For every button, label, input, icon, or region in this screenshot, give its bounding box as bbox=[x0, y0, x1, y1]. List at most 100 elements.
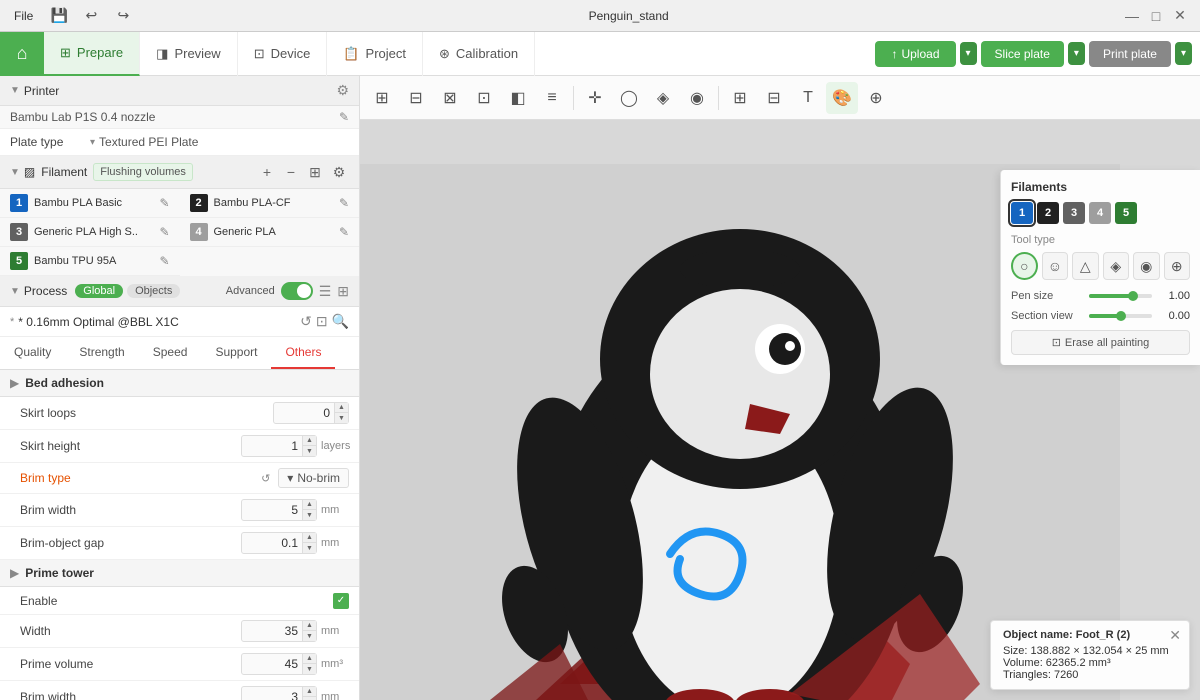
close-button[interactable]: ✕ bbox=[1170, 6, 1190, 26]
process-settings-icon[interactable]: ⊞ bbox=[337, 283, 349, 300]
filament-edit-2[interactable]: ✎ bbox=[339, 196, 349, 210]
slice-button[interactable]: Slice plate bbox=[981, 41, 1064, 67]
undo-icon[interactable]: ↩ bbox=[79, 4, 103, 28]
prime-volume-down[interactable]: ▼ bbox=[302, 664, 316, 674]
tab-project[interactable]: 📋 Project bbox=[327, 32, 423, 76]
filament-item-3[interactable]: 3 Generic PLA High S.. ✎ bbox=[0, 218, 180, 247]
filament-chip-4[interactable]: 4 bbox=[1089, 202, 1111, 224]
print-dropdown[interactable]: ▾ bbox=[1175, 42, 1192, 65]
skirt-height-field[interactable] bbox=[242, 437, 302, 455]
filament-item-4[interactable]: 4 Generic PLA ✎ bbox=[180, 218, 360, 247]
tab-prepare[interactable]: ⊞ Prepare bbox=[44, 32, 140, 76]
bed-adhesion-header[interactable]: ▶ Bed adhesion bbox=[0, 370, 359, 397]
toolbar-filament-paint-icon[interactable]: 🎨 bbox=[826, 82, 858, 114]
profile-save-icon[interactable]: ⊡ bbox=[316, 313, 328, 330]
prime-tower-width-up[interactable]: ▲ bbox=[302, 621, 316, 631]
filament-chip-2[interactable]: 2 bbox=[1037, 202, 1059, 224]
tab-others[interactable]: Others bbox=[271, 337, 335, 369]
tab-device[interactable]: ⊡ Device bbox=[238, 32, 328, 76]
filament-item-1[interactable]: 1 Bambu PLA Basic ✎ bbox=[0, 189, 180, 218]
maximize-button[interactable]: □ bbox=[1146, 6, 1166, 26]
skirt-height-down[interactable]: ▼ bbox=[302, 446, 316, 456]
profile-reset-icon[interactable]: ↺ bbox=[300, 313, 312, 330]
prime-tower-width-spinner[interactable]: ▲ ▼ bbox=[241, 620, 317, 642]
add-filament-button[interactable]: + bbox=[257, 162, 277, 182]
toolbar-text-icon[interactable]: T bbox=[792, 82, 824, 114]
prime-tower-width-field[interactable] bbox=[242, 622, 302, 640]
pen-size-slider[interactable] bbox=[1089, 294, 1152, 298]
toolbar-slice-icon[interactable]: ◧ bbox=[502, 82, 534, 114]
erase-all-button[interactable]: ⊡ Erase all painting bbox=[1011, 330, 1190, 355]
toolbar-support-icon[interactable]: ◈ bbox=[647, 82, 679, 114]
brim-object-gap-up[interactable]: ▲ bbox=[302, 533, 316, 543]
home-button[interactable]: ⌂ bbox=[0, 32, 44, 76]
brim-type-reset-icon[interactable]: ↺ bbox=[261, 472, 270, 485]
filament-edit-5[interactable]: ✎ bbox=[159, 254, 169, 268]
prime-tower-width-down[interactable]: ▼ bbox=[302, 631, 316, 641]
prime-tower-brim-width-field[interactable] bbox=[242, 688, 302, 700]
skirt-loops-field[interactable] bbox=[274, 404, 334, 422]
tool-fill[interactable]: ◉ bbox=[1133, 252, 1159, 280]
filament-item-5[interactable]: 5 Bambu TPU 95A ✎ bbox=[0, 247, 180, 276]
toolbar-arrange-icon[interactable]: ⊟ bbox=[758, 82, 790, 114]
tool-diamond[interactable]: ◈ bbox=[1103, 252, 1129, 280]
toolbar-layers-icon[interactable]: ≡ bbox=[536, 82, 568, 114]
brim-width-field[interactable] bbox=[242, 501, 302, 519]
filament-edit-3[interactable]: ✎ bbox=[159, 225, 169, 239]
minimize-button[interactable]: — bbox=[1122, 6, 1142, 26]
prime-tower-enable-checkbox[interactable]: ✓ bbox=[333, 593, 349, 609]
advanced-toggle[interactable] bbox=[281, 282, 313, 300]
skirt-loops-up[interactable]: ▲ bbox=[334, 403, 348, 413]
brim-object-gap-spinner[interactable]: ▲ ▼ bbox=[241, 532, 317, 554]
save-icon[interactable]: 💾 bbox=[47, 4, 71, 28]
brim-object-gap-down[interactable]: ▼ bbox=[302, 543, 316, 553]
tab-support[interactable]: Support bbox=[201, 337, 271, 369]
filament-chip-5[interactable]: 5 bbox=[1115, 202, 1137, 224]
plate-type-selector[interactable]: ▾ Textured PEI Plate bbox=[90, 135, 349, 149]
tool-plus[interactable]: ⊕ bbox=[1164, 252, 1190, 280]
skirt-loops-spinner[interactable]: ▲ ▼ bbox=[273, 402, 349, 424]
brim-object-gap-field[interactable] bbox=[242, 534, 302, 552]
toolbar-layout-icon[interactable]: ⊡ bbox=[468, 82, 500, 114]
object-info-close-button[interactable]: ✕ bbox=[1169, 627, 1181, 644]
printer-section-header[interactable]: ▼ Printer ⚙ bbox=[0, 76, 359, 106]
filament-item-2[interactable]: 2 Bambu PLA-CF ✎ bbox=[180, 189, 360, 218]
brim-width-up[interactable]: ▲ bbox=[302, 500, 316, 510]
upload-button[interactable]: ↑ Upload bbox=[875, 41, 955, 67]
skirt-loops-down[interactable]: ▼ bbox=[334, 413, 348, 423]
printer-settings-icon[interactable]: ⚙ bbox=[336, 82, 349, 99]
filament-copy-icon[interactable]: ⊞ bbox=[305, 162, 325, 182]
prime-tower-brim-width-spinner[interactable]: ▲ ▼ bbox=[241, 686, 317, 700]
toolbar-grid-icon[interactable]: ⊞ bbox=[366, 82, 398, 114]
tool-circle[interactable]: ○ bbox=[1011, 252, 1038, 280]
brim-width-spinner[interactable]: ▲ ▼ bbox=[241, 499, 317, 521]
flushing-volumes-button[interactable]: Flushing volumes bbox=[93, 163, 193, 181]
toolbar-paint-icon[interactable]: ◯ bbox=[613, 82, 645, 114]
skirt-height-up[interactable]: ▲ bbox=[302, 436, 316, 446]
remove-filament-button[interactable]: − bbox=[281, 162, 301, 182]
badge-objects[interactable]: Objects bbox=[127, 284, 180, 298]
print-button[interactable]: Print plate bbox=[1089, 41, 1171, 67]
upload-dropdown[interactable]: ▾ bbox=[960, 42, 977, 65]
badge-global[interactable]: Global bbox=[75, 284, 123, 298]
brim-type-selector[interactable]: ▾ No-brim bbox=[278, 468, 349, 488]
tool-triangle[interactable]: △ bbox=[1072, 252, 1098, 280]
brim-width-down[interactable]: ▼ bbox=[302, 510, 316, 520]
prime-tower-brim-width-up[interactable]: ▲ bbox=[302, 687, 316, 697]
filament-settings-icon[interactable]: ⚙ bbox=[329, 162, 349, 182]
tab-strength[interactable]: Strength bbox=[65, 337, 138, 369]
filament-chip-3[interactable]: 3 bbox=[1063, 202, 1085, 224]
profile-search-icon[interactable]: 🔍 bbox=[332, 313, 349, 330]
tab-calibration[interactable]: ⊛ Calibration bbox=[423, 32, 535, 76]
file-menu[interactable]: File bbox=[8, 7, 39, 25]
filament-chip-1[interactable]: 1 bbox=[1011, 202, 1033, 224]
printer-edit-icon[interactable]: ✎ bbox=[339, 110, 349, 124]
filament-edit-1[interactable]: ✎ bbox=[159, 196, 169, 210]
toolbar-image-icon[interactable]: ⊠ bbox=[434, 82, 466, 114]
redo-icon[interactable]: ↪ bbox=[111, 4, 135, 28]
prime-volume-up[interactable]: ▲ bbox=[302, 654, 316, 664]
tab-quality[interactable]: Quality bbox=[0, 337, 65, 369]
toolbar-seam-icon[interactable]: ◉ bbox=[681, 82, 713, 114]
filament-edit-4[interactable]: ✎ bbox=[339, 225, 349, 239]
skirt-height-spinner[interactable]: ▲ ▼ bbox=[241, 435, 317, 457]
